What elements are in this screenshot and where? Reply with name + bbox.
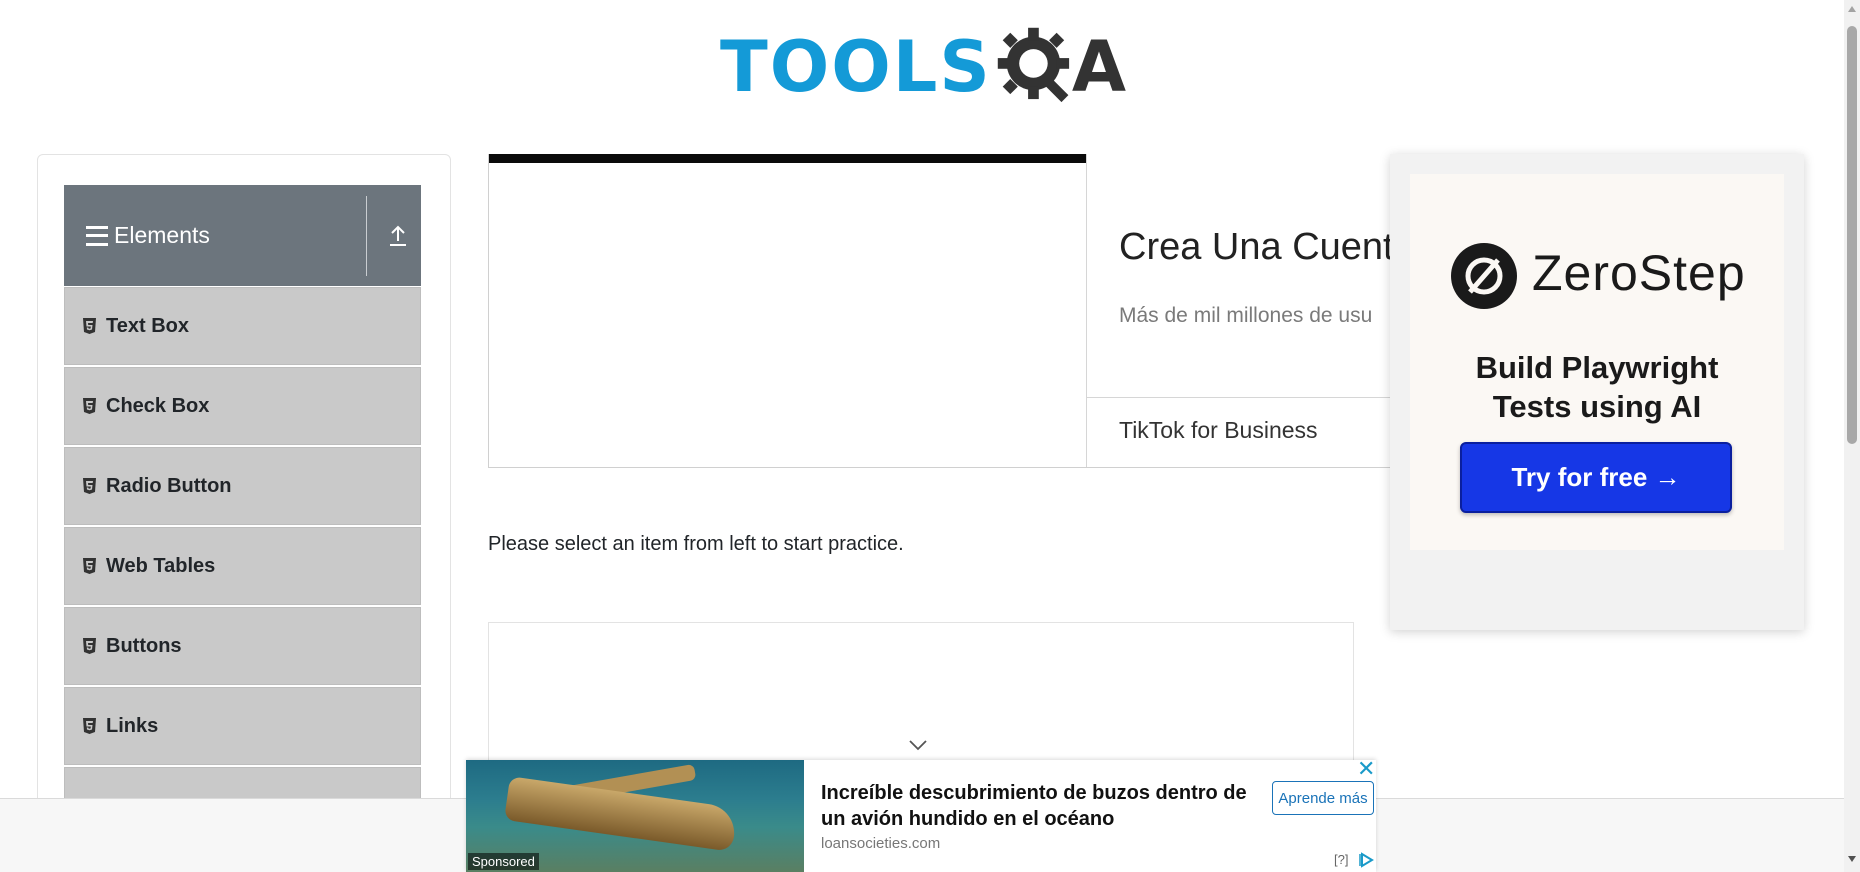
hamburger-icon [86, 225, 108, 246]
chevron-down-icon[interactable] [908, 738, 928, 752]
ad-subtitle: Más de mil millones de usu [1119, 304, 1373, 327]
scroll-thumb[interactable] [1847, 26, 1857, 444]
elements-group-header[interactable]: Elements [64, 185, 421, 286]
menu-item-buttons[interactable]: Buttons [64, 607, 421, 685]
menu-item-check-box[interactable]: Check Box [64, 367, 421, 445]
aprende-mas-button[interactable]: Aprende más [1272, 781, 1374, 815]
ad-title[interactable]: Crea Una Cuenta [1119, 226, 1393, 269]
ad-rule [1087, 397, 1393, 398]
menu-item-web-tables[interactable]: Web Tables [64, 527, 421, 605]
logo-text-tools: TOOLS [720, 26, 992, 108]
ad-image-strip [489, 154, 1086, 163]
menu-item-label: Buttons [106, 634, 182, 657]
menu-item-label: Links [106, 714, 159, 737]
html5-icon [83, 478, 96, 494]
html5-icon [83, 318, 96, 334]
menu-item-text-box[interactable]: Text Box [64, 287, 421, 365]
menu-item-label: Radio Button [106, 474, 232, 497]
gear-magnifier-icon [997, 27, 1069, 103]
bottom-ad-domain: loansocieties.com [821, 835, 941, 852]
ad-image[interactable] [489, 163, 1086, 467]
menu-item-links[interactable]: Links [64, 687, 421, 765]
html5-icon [83, 398, 96, 414]
page-scrollbar[interactable] [1844, 0, 1860, 872]
sponsored-label: Sponsored [468, 853, 539, 870]
html5-icon [83, 718, 96, 734]
sunken-plane-image[interactable]: Sponsored [466, 760, 804, 872]
zerostep-ad-panel: ZeroStep Build Playwright Tests using AI… [1410, 174, 1784, 550]
zerostep-ad[interactable]: ZeroStep Build Playwright Tests using AI… [1390, 154, 1804, 630]
menu-item-radio-button[interactable]: Radio Button [64, 447, 421, 525]
zerostep-logo-icon [1451, 243, 1517, 309]
logo-text-a: A [1071, 26, 1126, 108]
close-icon[interactable]: ✕ [1357, 758, 1375, 780]
adchoices-icon[interactable] [1358, 852, 1374, 868]
html5-icon [83, 638, 96, 654]
practice-instruction: Please select an item from left to start… [488, 533, 904, 555]
headline-line-1: Build Playwright [1475, 350, 1719, 385]
bottom-sponsored-ad[interactable]: Sponsored Increíble descubrimiento de bu… [466, 758, 1376, 872]
scroll-up-arrow-icon[interactable] [1848, 6, 1856, 12]
try-for-free-button[interactable]: Try for free → [1460, 442, 1732, 513]
menu-item-label: Text Box [106, 314, 189, 337]
menu-item-label: Web Tables [106, 554, 216, 577]
bottom-ad-headline[interactable]: Increíble descubrimiento de buzos dentro… [821, 780, 1261, 832]
group-title: Elements [114, 222, 210, 248]
ad-info-link[interactable]: [?] [1334, 852, 1348, 867]
headline-line-2: Tests using AI [1492, 389, 1702, 424]
tiktok-ad[interactable]: Crea Una Cuenta Más de mil millones de u… [488, 154, 1394, 468]
zerostep-brand: ZeroStep [1532, 245, 1746, 301]
elements-menu-list: Text Box Check Box Radio Button Web Tabl… [64, 287, 421, 847]
ad-divider [1086, 154, 1087, 467]
toolsqa-logo[interactable]: TOOLS A [720, 18, 1126, 116]
collapse-arrow-icon[interactable] [387, 224, 409, 248]
scroll-down-arrow-icon[interactable] [1848, 856, 1856, 862]
menu-item-label: Check Box [106, 394, 210, 417]
ad-brand[interactable]: TikTok for Business [1119, 417, 1318, 444]
html5-icon [83, 558, 96, 574]
zerostep-headline: Build Playwright Tests using AI [1410, 348, 1784, 426]
header-separator [366, 196, 367, 276]
